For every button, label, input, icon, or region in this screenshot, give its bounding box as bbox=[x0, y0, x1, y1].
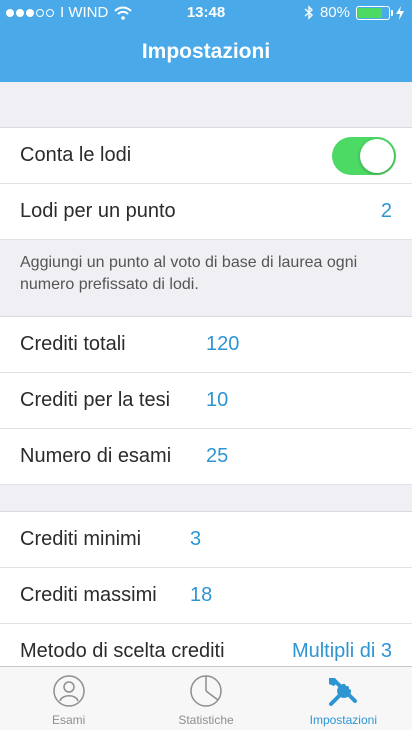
toggle-knob bbox=[360, 139, 394, 173]
row-crediti-massimi[interactable]: Crediti massimi 18 bbox=[0, 568, 412, 624]
row-numero-di-esami[interactable]: Numero di esami 25 bbox=[0, 429, 412, 485]
battery-percent: 80% bbox=[319, 4, 350, 21]
row-conta-le-lodi: Conta le lodi bbox=[0, 128, 412, 184]
row-lodi-per-un-punto[interactable]: Lodi per un punto 2 bbox=[0, 184, 412, 240]
pie-chart-icon bbox=[190, 675, 222, 707]
tab-bar: Esami Statistiche Impostazioni bbox=[0, 666, 412, 730]
crediti-totali-value: 120 bbox=[206, 333, 240, 355]
page-title: Impostazioni bbox=[141, 40, 271, 63]
lodi-per-un-punto-label: Lodi per un punto bbox=[20, 200, 176, 222]
crediti-massimi-label: Crediti massimi bbox=[20, 584, 157, 606]
row-crediti-minimi[interactable]: Crediti minimi 3 bbox=[0, 512, 412, 568]
metodo-di-scelta-crediti-value: Multipli di 3 bbox=[291, 640, 392, 662]
tab-impostazioni-label: Impostazioni bbox=[309, 713, 377, 727]
tools-icon bbox=[329, 678, 358, 706]
battery-level bbox=[358, 7, 382, 18]
section-spacer bbox=[0, 485, 412, 512]
crediti-massimi-value: 18 bbox=[190, 584, 213, 606]
numero-di-esami-label: Numero di esami bbox=[20, 445, 172, 467]
person-icon bbox=[52, 675, 85, 707]
conta-le-lodi-label: Conta le lodi bbox=[20, 144, 132, 166]
battery-icon bbox=[356, 5, 393, 20]
crediti-totali-label: Crediti totali bbox=[20, 333, 126, 355]
row-crediti-per-la-tesi[interactable]: Crediti per la tesi 10 bbox=[0, 373, 412, 429]
settings-list: Conta le lodi Lodi per un punto 2 Aggiun… bbox=[0, 82, 412, 667]
tab-statistiche[interactable]: Statistiche bbox=[137, 667, 274, 730]
charging-bolt-icon bbox=[396, 5, 404, 20]
conta-le-lodi-toggle[interactable] bbox=[332, 137, 396, 175]
numero-di-esami-value: 25 bbox=[206, 445, 229, 467]
tab-esami[interactable]: Esami bbox=[0, 667, 137, 730]
tab-impostazioni[interactable]: Impostazioni bbox=[275, 667, 412, 730]
crediti-minimi-value: 3 bbox=[190, 528, 202, 550]
crediti-per-la-tesi-label: Crediti per la tesi bbox=[20, 389, 171, 411]
tab-esami-label: Esami bbox=[51, 713, 86, 727]
lodi-per-un-punto-value: 2 bbox=[380, 200, 392, 222]
crediti-minimi-label: Crediti minimi bbox=[20, 528, 142, 550]
row-metodo-di-scelta-crediti[interactable]: Metodo di scelta crediti Multipli di 3 bbox=[0, 624, 412, 667]
section-spacer bbox=[0, 82, 412, 128]
lodi-footnote: Aggiungi un punto al voto di base di lau… bbox=[0, 240, 412, 317]
tab-statistiche-label: Statistiche bbox=[178, 713, 234, 727]
header-bar: I WIND 13:48 80% Impostazioni bbox=[0, 0, 412, 82]
status-bar: I WIND 13:48 80% bbox=[0, 0, 412, 26]
bluetooth-icon bbox=[304, 5, 313, 20]
status-right: 80% bbox=[304, 4, 404, 21]
crediti-per-la-tesi-value: 10 bbox=[206, 389, 229, 411]
row-crediti-totali[interactable]: Crediti totali 120 bbox=[0, 317, 412, 373]
metodo-di-scelta-crediti-label: Metodo di scelta crediti bbox=[20, 640, 225, 662]
